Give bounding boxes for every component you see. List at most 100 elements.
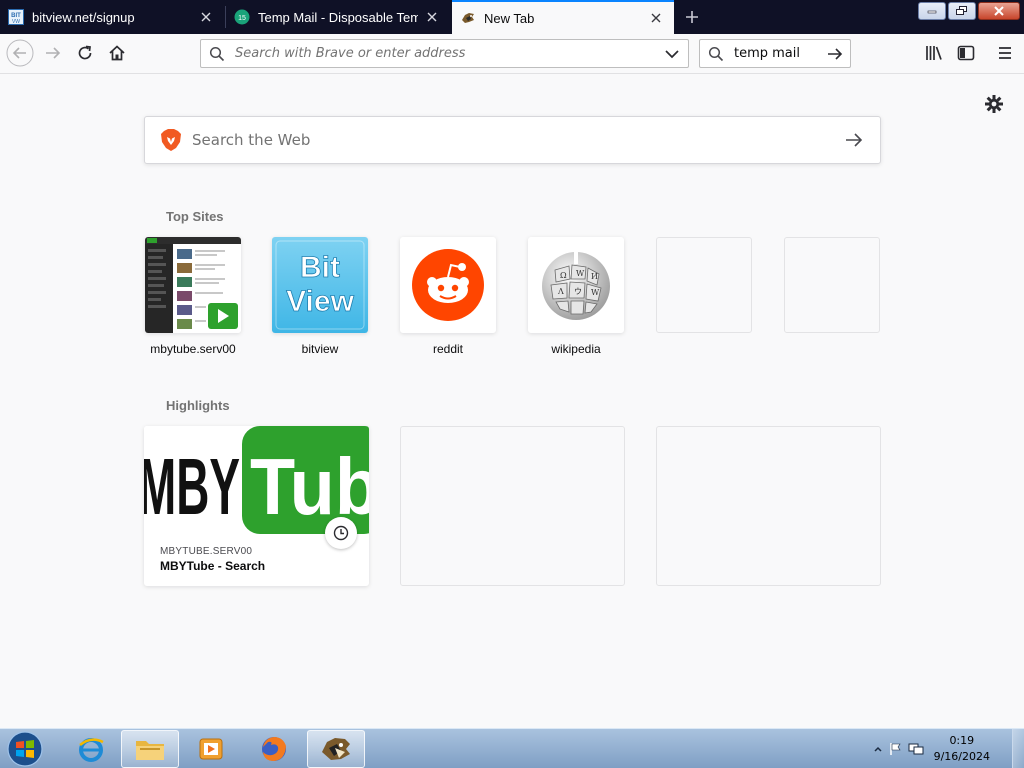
show-hidden-icons-chevron-icon[interactable]	[870, 746, 886, 752]
hamburger-menu-icon	[999, 47, 1011, 59]
highlight-placeholder	[400, 426, 625, 586]
close-tab-icon[interactable]	[198, 9, 214, 25]
restore-button[interactable]	[948, 2, 976, 20]
bitview-logo-icon: Bit View	[275, 240, 365, 330]
top-site-mbytube[interactable]: mbytube.serv00	[145, 237, 241, 356]
highlight-card-mbytube[interactable]: MBY Tub MBYTUBE.SERV00 MBYTube - Search	[144, 426, 369, 586]
top-site-thumbnail[interactable]: Bit View	[272, 237, 368, 333]
action-center-flag-icon[interactable]	[886, 742, 906, 756]
bitview-logo-line1: Bit	[300, 251, 340, 284]
clock-time: 0:19	[949, 734, 975, 747]
new-tab-button[interactable]	[680, 5, 704, 29]
folder-icon	[136, 741, 164, 760]
menu-button[interactable]	[990, 38, 1020, 68]
system-tray: 0:19 9/16/2024	[870, 729, 1012, 768]
mbytube-logo-text-right: Tub	[250, 442, 369, 531]
mbytube-logo-text-left: MBY	[144, 442, 240, 531]
web-search-input[interactable]	[192, 131, 842, 149]
reload-button[interactable]	[70, 38, 100, 68]
web-search-box[interactable]	[144, 116, 881, 164]
bitview-favicon-icon: BIT VW	[8, 9, 24, 25]
highlights-heading: Highlights	[166, 398, 230, 413]
empty-tile	[656, 237, 752, 333]
top-site-wikipedia[interactable]: ΩWИΛウW wikipedia	[528, 237, 624, 356]
close-window-button[interactable]	[978, 2, 1020, 20]
wikipedia-globe-icon: Ω W ИΛ ウ W	[542, 252, 610, 320]
brave-lion-favicon-icon	[460, 10, 476, 26]
home-button[interactable]	[102, 38, 132, 68]
top-site-thumbnail[interactable]	[145, 237, 241, 333]
bitview-logo-line2: View	[286, 285, 354, 318]
taskbar-firefox[interactable]	[245, 730, 303, 768]
url-bar[interactable]	[200, 39, 689, 68]
brave-lion-icon	[322, 738, 350, 760]
windows-start-orb-icon	[7, 731, 43, 767]
back-arrow-icon	[6, 39, 34, 67]
highlight-host: MBYTUBE.SERV00	[160, 546, 253, 557]
close-tab-icon[interactable]	[648, 10, 664, 26]
taskbar-clock[interactable]: 0:19 9/16/2024	[934, 733, 990, 765]
tab-bitview[interactable]: BIT VW bitview.net/signup	[0, 0, 224, 34]
clock-icon	[325, 517, 357, 549]
show-desktop-button[interactable]	[1012, 729, 1024, 768]
tab-title: bitview.net/signup	[32, 9, 135, 25]
svg-text:15: 15	[238, 15, 246, 22]
home-icon	[109, 45, 125, 61]
top-site-reddit[interactable]: reddit	[400, 237, 496, 356]
taskbar-media-player[interactable]	[182, 730, 240, 768]
restore-icon	[956, 6, 967, 15]
clock-date: 9/16/2024	[933, 750, 990, 763]
search-input[interactable]	[734, 46, 823, 61]
new-tab-page: Top Sites mbytube.serv00 Bit	[0, 74, 1024, 728]
taskbar-internet-explorer[interactable]	[62, 730, 120, 768]
navigation-toolbar	[0, 34, 1024, 74]
gear-icon[interactable]	[984, 94, 1004, 114]
chevron-down-icon[interactable]	[660, 42, 684, 66]
media-player-icon	[199, 738, 223, 760]
top-site-placeholder	[784, 237, 880, 342]
sidebar-icon	[957, 45, 975, 61]
top-site-bitview[interactable]: Bit View bitview	[272, 237, 368, 356]
forward-button[interactable]	[38, 38, 68, 68]
minimize-button[interactable]	[918, 2, 946, 20]
highlight-placeholder	[656, 426, 881, 586]
tab-new-tab[interactable]: New Tab	[452, 0, 674, 34]
top-site-label: reddit	[432, 342, 464, 356]
search-icon	[205, 42, 229, 66]
plus-icon	[686, 11, 698, 23]
internet-explorer-icon	[79, 738, 104, 762]
mbytube-screenshot-thumbnail	[145, 237, 241, 333]
highlight-title: MBYTube - Search	[160, 559, 266, 573]
top-site-thumbnail[interactable]	[400, 237, 496, 333]
top-sites-heading: Top Sites	[166, 209, 224, 224]
taskbar-file-explorer[interactable]	[121, 730, 179, 768]
start-button[interactable]	[5, 730, 45, 768]
top-site-label: bitview	[301, 342, 339, 356]
empty-tile	[784, 237, 880, 333]
svg-text:И: И	[591, 272, 598, 281]
address-input[interactable]	[235, 46, 660, 61]
svg-text:W: W	[576, 269, 585, 278]
svg-text:Λ: Λ	[557, 287, 564, 296]
close-tab-icon[interactable]	[424, 9, 440, 25]
taskbar-brave-browser[interactable]	[307, 730, 365, 768]
sidebar-toggle-button[interactable]	[951, 38, 981, 68]
go-arrow-icon[interactable]	[823, 42, 847, 66]
top-site-label: mbytube.serv00	[150, 342, 236, 356]
network-icon[interactable]	[906, 742, 926, 756]
top-site-label: wikipedia	[551, 342, 601, 356]
search-submit-arrow-icon[interactable]	[842, 128, 866, 152]
library-icon	[926, 46, 942, 60]
back-button[interactable]	[5, 38, 35, 68]
reload-icon	[78, 45, 92, 60]
tab-title: Temp Mail - Disposable Tempo	[258, 9, 418, 25]
forward-arrow-icon	[46, 47, 61, 59]
top-site-thumbnail[interactable]: ΩWИΛウW	[528, 237, 624, 333]
library-button[interactable]	[919, 38, 949, 68]
tab-temp-mail[interactable]: 15 Temp Mail - Disposable Tempo	[226, 0, 450, 34]
close-icon	[994, 6, 1004, 16]
search-bar[interactable]	[699, 39, 851, 68]
minimize-icon	[927, 10, 937, 14]
svg-text:W: W	[591, 288, 600, 297]
tempmail-favicon-icon: 15	[234, 9, 250, 25]
